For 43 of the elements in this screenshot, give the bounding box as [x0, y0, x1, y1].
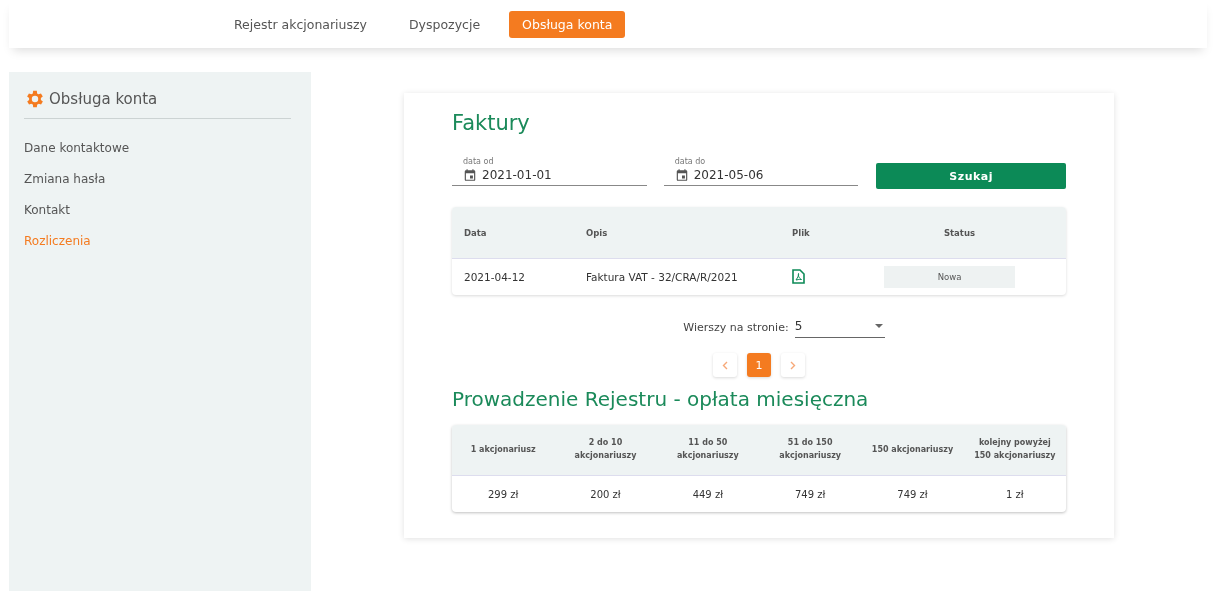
column-header: 51 do 150 akcjonariuszy: [778, 437, 843, 462]
nav-tab[interactable]: Rejestr akcjonariuszy: [221, 10, 380, 38]
status-badge: Nowa: [884, 266, 1015, 288]
sidebar-title: Obsługa konta: [49, 90, 158, 108]
table-cell-text: 299 zł: [487, 488, 520, 500]
rows-per-page-select[interactable]: 5: [794, 317, 885, 338]
table-cell-text: 449 zł: [691, 488, 724, 500]
previous-page-button[interactable]: [713, 353, 737, 377]
table-cell-text: 200 zł: [589, 488, 622, 500]
section-title: Prowadzenie Rejestru - opłata miesięczna: [452, 387, 870, 411]
sidebar-item[interactable]: Zmiana hasła: [24, 172, 291, 186]
sidebar-item[interactable]: Kontakt: [24, 203, 291, 217]
next-page-button[interactable]: [781, 353, 805, 377]
chevron-icon: [722, 360, 728, 370]
column-header: Data: [463, 227, 488, 238]
table-cell-text: 749 zł: [896, 488, 929, 500]
gear-icon: [24, 88, 46, 110]
calendar-icon: [674, 168, 689, 182]
column-header: Opis: [585, 227, 609, 238]
field-label: data do: [674, 157, 707, 166]
rows-per-page-label: Wierszy na stronie:: [683, 321, 789, 334]
sidebar-item[interactable]: Dane kontaktowe: [24, 141, 291, 155]
date-field[interactable]: 2021-01-01: [482, 168, 632, 182]
calendar-icon: [463, 168, 477, 182]
table-cell-text: Faktura VAT - 32/CRA/R/2021: [585, 271, 739, 283]
pdf-file-icon[interactable]: [792, 268, 805, 284]
column-header: kolejny powyżej 150 akcjonariuszy: [973, 437, 1057, 462]
field-label: data od: [463, 157, 495, 166]
date-field[interactable]: 2021-05-06: [693, 168, 844, 182]
caret-icon: [874, 324, 883, 328]
column-header: 11 do 50 akcjonariuszy: [675, 437, 740, 462]
table-cell-text: 2021-04-12: [463, 271, 527, 283]
column-header: Plik: [791, 227, 811, 238]
column-header: Status: [942, 227, 977, 238]
section-title: Faktury: [452, 111, 531, 135]
table-cell-text: 749 zł: [794, 488, 827, 500]
column-header: 2 do 10 akcjonariuszy: [573, 437, 638, 462]
nav-tab[interactable]: Dyspozycje: [396, 10, 494, 38]
column-header: 1 akcjonariusz: [469, 443, 537, 456]
column-header: 150 akcjonariuszy: [870, 443, 955, 456]
table-cell-text: 1 zł: [1005, 488, 1025, 500]
chevron-icon: [790, 360, 796, 370]
search-button[interactable]: Szukaj: [876, 163, 1066, 189]
